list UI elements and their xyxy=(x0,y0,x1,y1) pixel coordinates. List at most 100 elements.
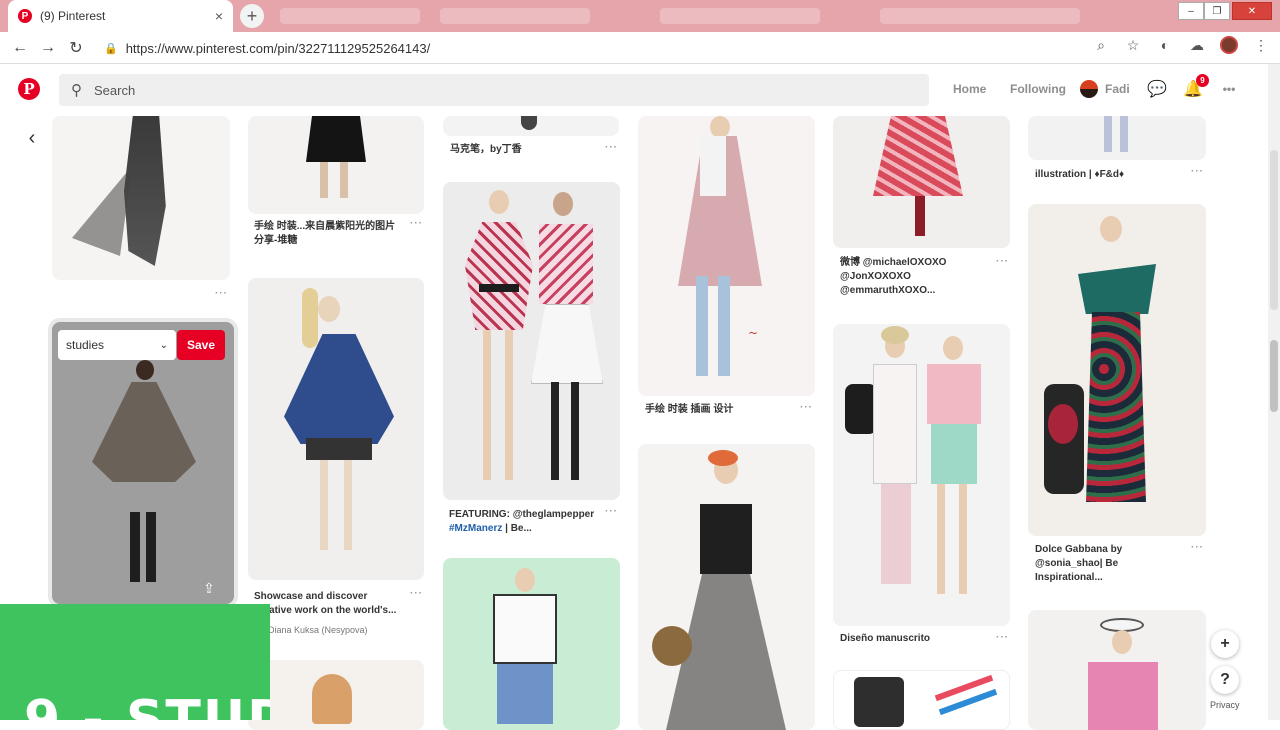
illustration-dress xyxy=(465,222,533,330)
illustration-figure xyxy=(124,116,166,266)
illustration-leg xyxy=(959,484,967,594)
search-input[interactable] xyxy=(94,82,874,98)
zoom-icon[interactable]: ⌕ xyxy=(1092,36,1110,54)
notification-badge: 9 xyxy=(1196,74,1209,87)
illustration-leg xyxy=(320,162,328,198)
help-button[interactable]: ? xyxy=(1211,666,1239,694)
pin-more-icon[interactable]: ··· xyxy=(410,588,423,599)
more-options-icon[interactable]: ••• xyxy=(1218,78,1240,100)
pin-source[interactable]: Diana Kuksa (Nesypova) xyxy=(268,625,368,635)
pin-image[interactable] xyxy=(1028,610,1206,730)
forward-icon[interactable]: → xyxy=(34,34,62,62)
share-icon[interactable]: ⇪ xyxy=(199,578,219,598)
pin-caption[interactable]: 微博 @michaelOXOXO @JonXOXOXO @emmaruthXOX… xyxy=(840,256,990,298)
user-avatar[interactable] xyxy=(1080,80,1098,98)
illustration-head xyxy=(943,336,963,360)
illustration-head xyxy=(136,360,154,380)
illustration-leg xyxy=(1104,116,1112,152)
scrollbar-thumb[interactable] xyxy=(1270,340,1278,412)
browser-menu-icon[interactable]: ⋮ xyxy=(1252,36,1270,54)
background-tab[interactable] xyxy=(660,8,820,24)
illustration-corset xyxy=(700,504,752,574)
search-bar[interactable]: ⚲ xyxy=(59,74,929,106)
pin-more-icon[interactable]: ··· xyxy=(1191,166,1204,177)
pin-more-icon[interactable]: ··· xyxy=(605,142,618,153)
illustration-leg xyxy=(696,276,708,376)
illustration-boot xyxy=(130,512,140,582)
pin-image[interactable] xyxy=(443,116,619,136)
lock-icon: 🔒 xyxy=(104,42,118,55)
illustration-leg xyxy=(1120,116,1128,152)
illustration-signature: ~ xyxy=(748,326,759,340)
pin-more-icon[interactable]: ··· xyxy=(605,506,618,517)
reload-icon[interactable]: ↻ xyxy=(62,34,90,62)
pin-caption[interactable]: Diseño manuscrito xyxy=(840,632,930,646)
new-tab-button[interactable]: + xyxy=(240,4,264,28)
messages-icon[interactable]: 💬 xyxy=(1146,78,1168,100)
illustration-hair xyxy=(302,288,318,348)
back-arrow-icon[interactable]: ‹ xyxy=(20,126,44,150)
pin-image[interactable] xyxy=(1028,204,1206,536)
pin-image[interactable] xyxy=(1028,116,1206,160)
nav-user[interactable]: Fadi xyxy=(1105,82,1130,96)
background-tab[interactable] xyxy=(880,8,1080,24)
back-icon[interactable]: ← xyxy=(6,34,34,62)
illustration-head xyxy=(1112,630,1132,654)
pin-image[interactable] xyxy=(638,444,815,730)
window-close-button[interactable]: ✕ xyxy=(1232,2,1272,20)
pin-caption[interactable]: FEATURING: @theglampepper #MzManerz | Be… xyxy=(449,508,599,536)
save-button[interactable]: Save xyxy=(177,330,225,360)
create-pin-button[interactable]: + xyxy=(1211,630,1239,658)
nav-home[interactable]: Home xyxy=(953,82,986,96)
illustration-coat xyxy=(92,382,196,482)
pin-image[interactable] xyxy=(248,278,424,580)
extension-icon[interactable]: ◐ xyxy=(1156,36,1174,54)
minimize-button[interactable]: – xyxy=(1178,2,1204,20)
pin-image[interactable] xyxy=(52,116,230,280)
browser-tab-active[interactable]: P (9) Pinterest × xyxy=(8,0,233,32)
search-icon: ⚲ xyxy=(71,82,82,99)
pin-image-hovered[interactable] xyxy=(52,322,234,604)
pin-more-icon[interactable]: ··· xyxy=(800,402,813,413)
cloud-extension-icon[interactable]: ☁ xyxy=(1188,36,1206,54)
nav-following[interactable]: Following xyxy=(1010,82,1066,96)
board-select[interactable]: studies ⌄ xyxy=(58,330,176,360)
pin-image[interactable] xyxy=(833,116,1010,248)
url-field[interactable]: 🔒 https://www.pinterest.com/pin/32271112… xyxy=(104,36,1128,60)
pin-caption[interactable]: 手绘 时装...来自晨紫阳光的图片分享-堆糖 xyxy=(254,220,404,248)
pin-caption[interactable]: Dolce Gabbana by @sonia_shao| Be Inspira… xyxy=(1035,543,1185,585)
profile-avatar[interactable] xyxy=(1220,36,1238,54)
scrollbar-region xyxy=(1270,150,1278,310)
illustration-skirt xyxy=(306,116,366,162)
pin-caption[interactable]: illustration | ♦F&d♦ xyxy=(1035,168,1124,182)
pin-caption[interactable]: 马克笔，by丁香 xyxy=(450,143,522,157)
pin-image[interactable] xyxy=(833,670,1010,730)
pin-more-icon[interactable]: ··· xyxy=(1191,542,1204,553)
pin-image[interactable] xyxy=(443,182,620,500)
illustration-figure xyxy=(312,674,352,724)
illustration-leg xyxy=(551,382,559,480)
pinterest-logo-icon[interactable]: P xyxy=(18,78,40,100)
pin-caption[interactable]: 手绘 时装 插画 设计 xyxy=(645,403,733,417)
chevron-down-icon: ⌄ xyxy=(159,339,168,351)
pin-image[interactable] xyxy=(248,116,424,214)
illustration-leg xyxy=(340,162,348,198)
illustration-basket xyxy=(652,626,692,666)
pin-more-icon[interactable]: ··· xyxy=(996,256,1009,267)
pin-caption[interactable]: Showcase and discover creative work on t… xyxy=(254,590,406,618)
pin-image[interactable]: ~ xyxy=(638,116,815,396)
pin-image[interactable] xyxy=(833,324,1010,626)
bookmark-star-icon[interactable]: ☆ xyxy=(1124,36,1142,54)
background-tab[interactable] xyxy=(280,8,420,24)
background-tab[interactable] xyxy=(440,8,590,24)
tab-close-icon[interactable]: × xyxy=(215,8,223,24)
pin-more-icon[interactable]: ··· xyxy=(215,288,228,299)
illustration-leg xyxy=(937,484,945,594)
illustration-dress xyxy=(873,116,963,196)
pin-more-icon[interactable]: ··· xyxy=(410,218,423,229)
illustration-leg xyxy=(718,276,730,376)
pin-image[interactable] xyxy=(443,558,620,730)
maximize-button[interactable]: ❐ xyxy=(1204,2,1230,20)
pin-more-icon[interactable]: ··· xyxy=(996,632,1009,643)
privacy-link[interactable]: Privacy xyxy=(1210,700,1240,710)
